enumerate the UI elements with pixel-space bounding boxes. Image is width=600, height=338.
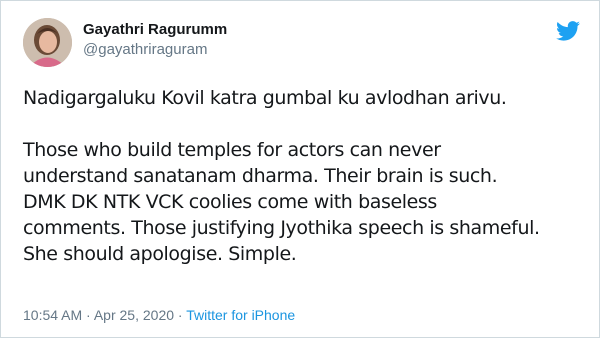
author-name[interactable]: Gayathri Ragurumm (83, 21, 227, 38)
author-handle[interactable]: @gayathriraguram (83, 41, 207, 58)
tweet-line: Those who build temples for actors can n… (23, 139, 441, 161)
tweet-card: Gayathri Ragurumm @gayathriraguram Nadig… (0, 0, 600, 338)
tweet-line: comments. Those justifying Jyothika spee… (23, 217, 540, 239)
meta-separator: · (86, 307, 91, 323)
tweet-date[interactable]: Apr 25, 2020 (94, 307, 174, 323)
meta-separator: · (177, 307, 183, 323)
tweet-time[interactable]: 10:54 AM (23, 307, 82, 323)
tweet-text: Nadigargaluku Kovil katra gumbal ku avlo… (23, 85, 593, 267)
tweet-line: understand sanatanam dharma. Their brain… (23, 165, 498, 187)
tweet-line: She should apologise. Simple. (23, 243, 297, 265)
avatar[interactable] (23, 18, 72, 67)
tweet-source-link[interactable]: Twitter for iPhone (186, 307, 295, 323)
tweet-line: DMK DK NTK VCK coolies come with baseles… (23, 191, 437, 213)
twitter-bird-icon[interactable] (556, 21, 580, 41)
tweet-meta: 10:54 AM · Apr 25, 2020 · Twitter for iP… (23, 307, 295, 323)
avatar-photo (23, 18, 72, 67)
tweet-line: Nadigargaluku Kovil katra gumbal ku avlo… (23, 87, 507, 109)
